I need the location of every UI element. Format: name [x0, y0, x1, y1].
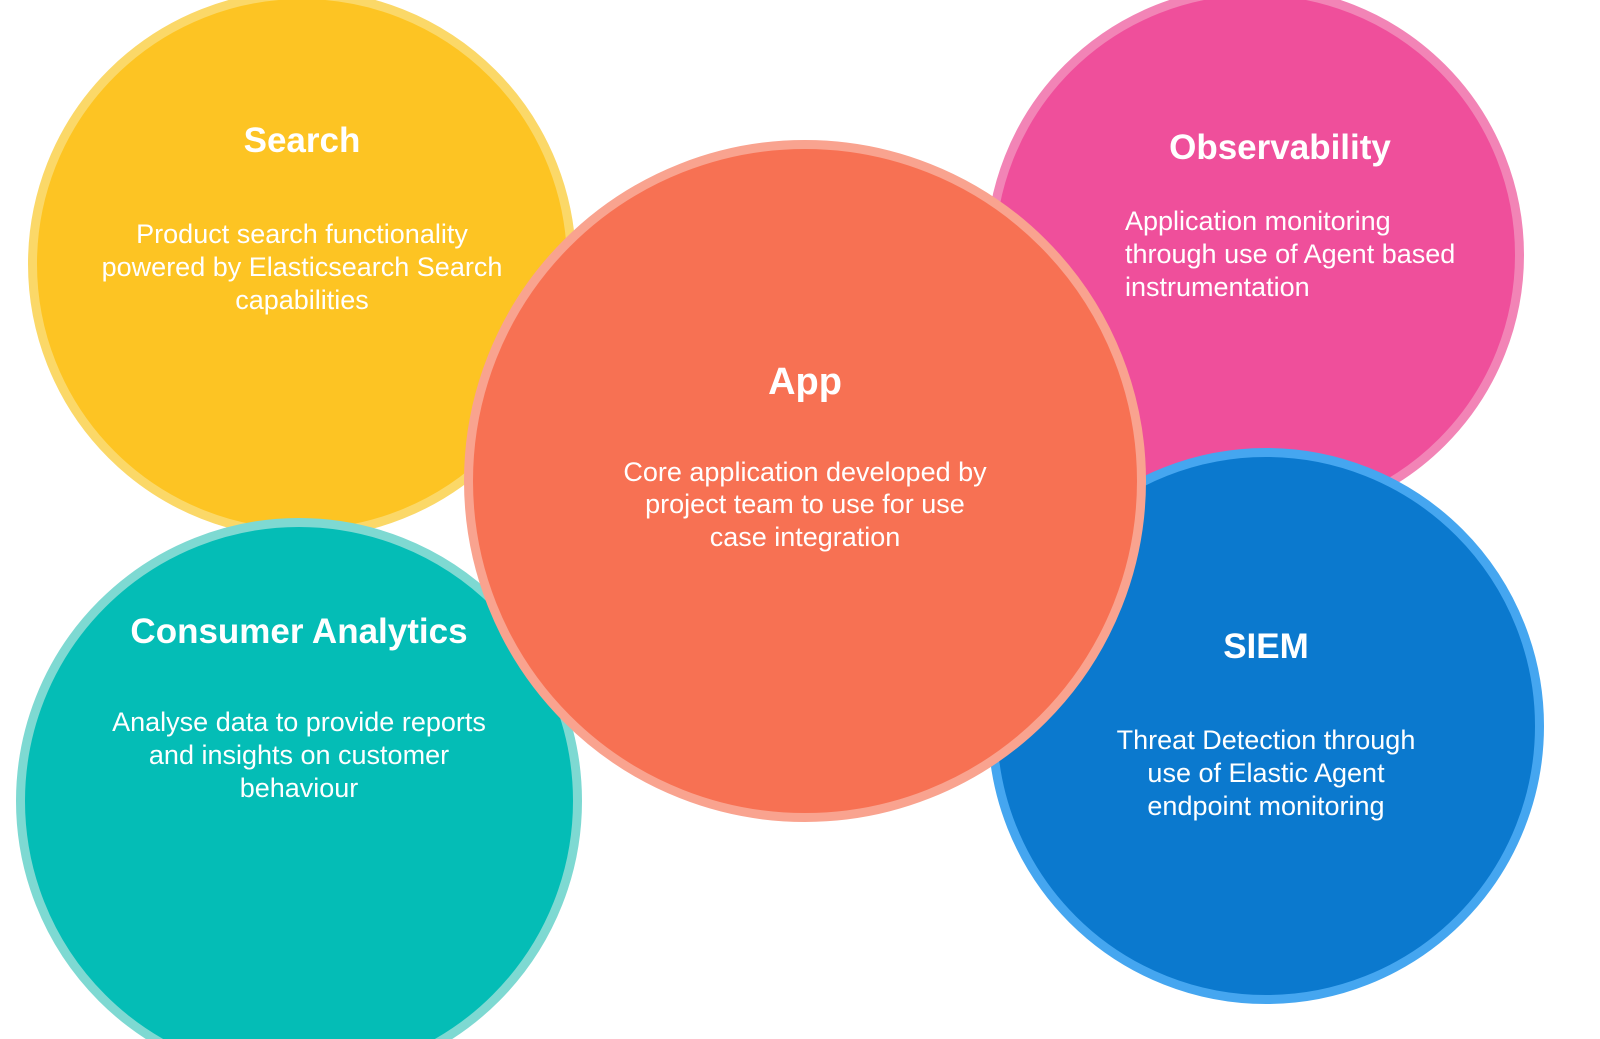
bubble-search-content: Search Product search functionality powe… — [37, 121, 567, 317]
bubble-siem-description: Threat Detection through use of Elastic … — [1116, 725, 1416, 822]
bubble-search-description: Product search functionality powered by … — [101, 219, 503, 316]
bubble-app-description: Core application developed by project te… — [623, 456, 987, 553]
bubble-consumer-analytics-title: Consumer Analytics — [130, 612, 468, 651]
bubble-siem-title: SIEM — [1223, 627, 1309, 666]
bubble-search-title: Search — [243, 121, 361, 160]
diagram-canvas: Search Product search functionality powe… — [0, 0, 1600, 1039]
bubble-observability-description: Application monitoring through use of Ag… — [1125, 206, 1456, 303]
bubble-app-title: App — [768, 361, 842, 403]
bubble-app-content: App Core application developed by projec… — [473, 361, 1137, 554]
bubble-consumer-analytics-description: Analyse data to provide reports and insi… — [112, 707, 486, 804]
bubble-consumer-analytics-content: Consumer Analytics Analyse data to provi… — [25, 612, 573, 805]
bubble-app[interactable]: App Core application developed by projec… — [464, 140, 1146, 822]
bubble-observability-title: Observability — [1169, 128, 1391, 167]
